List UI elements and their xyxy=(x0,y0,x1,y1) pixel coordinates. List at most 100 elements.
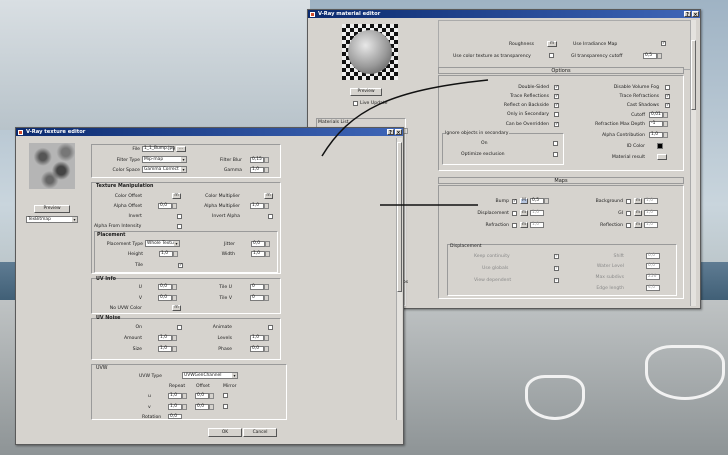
repeat-v-field[interactable]: 1,0 xyxy=(168,404,182,410)
close-icon[interactable]: × xyxy=(395,129,402,136)
use-color-texture-checkbox[interactable] xyxy=(549,53,554,58)
trace-reflections-checkbox[interactable]: ✓ xyxy=(554,94,559,99)
close-icon[interactable]: × xyxy=(692,11,699,18)
texture-preview-button[interactable]: Preview xyxy=(34,205,70,213)
phase-spinner[interactable] xyxy=(264,346,269,352)
material-editor-titlebar[interactable]: V-Ray material editor ? × xyxy=(308,10,700,18)
alpha-multiplier-field[interactable]: 1,0 xyxy=(250,203,264,209)
file-path-field[interactable]: 1_1_Bump.jpg xyxy=(142,146,175,152)
texture-type-select[interactable]: TexBitmap xyxy=(26,216,78,223)
no-uvw-color-button[interactable]: m xyxy=(172,305,181,311)
offset-v-field[interactable]: 0,0 xyxy=(195,404,209,410)
options-header[interactable]: Options xyxy=(438,67,684,74)
preview-button[interactable]: Preview xyxy=(350,88,382,96)
offset-u-field[interactable]: 0,0 xyxy=(195,393,209,399)
levels-field[interactable]: 1,0 xyxy=(250,335,264,341)
alpha-contribution-spinner[interactable] xyxy=(663,132,668,138)
repeat-v-spinner[interactable] xyxy=(182,404,187,410)
displacement-amount-field[interactable]: 1,0 xyxy=(530,210,544,216)
alpha-multiplier-spinner[interactable] xyxy=(264,203,269,209)
gi-map-button[interactable]: m xyxy=(634,210,642,216)
u-spinner[interactable] xyxy=(172,284,177,290)
tile-checkbox[interactable]: ✓ xyxy=(178,263,183,268)
mirror-u-checkbox[interactable] xyxy=(223,393,228,398)
refraction-depth-spinner[interactable] xyxy=(663,121,668,127)
phase-field[interactable]: 0,0 xyxy=(250,346,264,352)
material-result-button[interactable] xyxy=(657,154,667,160)
reflect-on-backside-checkbox[interactable]: ✓ xyxy=(554,103,559,108)
color-multiplier-button[interactable]: m xyxy=(264,193,273,199)
shift-field[interactable]: 0,0 xyxy=(646,253,660,259)
maps-header[interactable]: Maps xyxy=(438,177,684,184)
live-update-checkbox[interactable] xyxy=(353,101,358,106)
uvw-type-select[interactable]: UVWGenChannel xyxy=(182,372,238,379)
texture-editor-titlebar[interactable]: V-Ray texture editor ? × xyxy=(16,128,403,136)
help-icon[interactable]: ? xyxy=(684,11,691,18)
levels-spinner[interactable] xyxy=(264,335,269,341)
cutoff-spinner[interactable] xyxy=(663,112,668,118)
texture-editor-scrollbar[interactable] xyxy=(396,138,402,420)
cancel-button[interactable]: Cancel xyxy=(243,428,277,437)
can-be-overridden-checkbox[interactable]: ✓ xyxy=(554,122,559,127)
v-field[interactable]: 0,0 xyxy=(158,295,172,301)
animate-checkbox[interactable] xyxy=(268,325,273,330)
repeat-u-spinner[interactable] xyxy=(182,393,187,399)
gamma-spinner[interactable] xyxy=(264,167,269,173)
only-in-secondary-checkbox[interactable] xyxy=(554,112,559,117)
height-field[interactable]: 1,0 xyxy=(159,251,173,257)
color-offset-button[interactable]: m xyxy=(172,193,181,199)
disable-volume-fog-checkbox[interactable] xyxy=(665,85,670,90)
tile-v-field[interactable]: 0 xyxy=(250,295,264,301)
bump-spinner[interactable] xyxy=(544,198,549,204)
water-level-field[interactable]: 0,0 xyxy=(646,263,660,269)
uv-noise-on-checkbox[interactable] xyxy=(177,325,182,330)
displacement-enable-checkbox[interactable] xyxy=(512,211,517,216)
reflection-map-button[interactable]: m xyxy=(634,222,642,228)
repeat-u-field[interactable]: 1,0 xyxy=(168,393,182,399)
background-map-button[interactable]: m xyxy=(634,198,642,204)
optimize-exclusion-checkbox[interactable] xyxy=(553,152,558,157)
trace-refractions-checkbox[interactable]: ✓ xyxy=(665,94,670,99)
refraction-map-button[interactable]: m xyxy=(520,222,528,228)
amount-spinner[interactable] xyxy=(172,335,177,341)
background-enable-checkbox[interactable] xyxy=(626,199,631,204)
u-field[interactable]: 0,0 xyxy=(158,284,172,290)
cutoff-field[interactable]: 0,01 xyxy=(649,112,663,118)
gi-cutoff-spinner[interactable] xyxy=(657,53,662,59)
reflection-enable-checkbox[interactable] xyxy=(626,223,631,228)
view-dependent-checkbox[interactable]: ✓ xyxy=(554,278,559,283)
width-field[interactable]: 1,0 xyxy=(251,251,265,257)
size-field[interactable]: 1,0 xyxy=(158,346,172,352)
invert-alpha-checkbox[interactable] xyxy=(268,214,273,219)
id-color-swatch[interactable] xyxy=(657,143,663,149)
placement-type-select[interactable]: Whole Texture xyxy=(145,240,180,247)
alpha-offset-field[interactable]: 0,0 xyxy=(158,203,172,209)
ok-button[interactable]: OK xyxy=(208,428,242,437)
alpha-from-intensity-checkbox[interactable] xyxy=(177,224,182,229)
refraction-enable-checkbox[interactable] xyxy=(512,223,517,228)
width-spinner[interactable] xyxy=(265,251,270,257)
tile-u-field[interactable]: 0 xyxy=(250,284,264,290)
tile-v-spinner[interactable] xyxy=(264,295,269,301)
gi-cutoff-field[interactable]: 0,5 xyxy=(643,53,657,59)
jitter-spinner[interactable] xyxy=(265,241,270,247)
max-subdivs-field[interactable]: 256 xyxy=(646,274,660,280)
filter-blur-field[interactable]: 0,15 xyxy=(250,157,264,163)
displacement-map-button[interactable]: m xyxy=(520,210,528,216)
use-globals-checkbox[interactable]: ✓ xyxy=(554,266,559,271)
refraction-max-depth-field[interactable]: -1 xyxy=(649,121,663,127)
jitter-field[interactable]: 0,0 xyxy=(251,241,265,247)
rotation-field[interactable]: 0,0 xyxy=(168,414,182,419)
use-irradiance-map-checkbox[interactable]: ✓ xyxy=(661,41,666,46)
invert-checkbox[interactable] xyxy=(177,214,182,219)
gamma-field[interactable]: 1,0 xyxy=(250,167,264,173)
cast-shadows-checkbox[interactable]: ✓ xyxy=(665,103,670,108)
keep-continuity-checkbox[interactable]: ✓ xyxy=(554,254,559,259)
help-icon[interactable]: ? xyxy=(387,129,394,136)
filter-blur-spinner[interactable] xyxy=(264,157,269,163)
color-space-select[interactable]: Gamma Correct xyxy=(142,166,187,173)
edge-length-field[interactable]: 4,0 xyxy=(646,285,660,291)
double-sided-checkbox[interactable]: ✓ xyxy=(554,85,559,90)
tile-u-spinner[interactable] xyxy=(264,284,269,290)
filter-type-select[interactable]: Mip-map xyxy=(142,156,187,163)
